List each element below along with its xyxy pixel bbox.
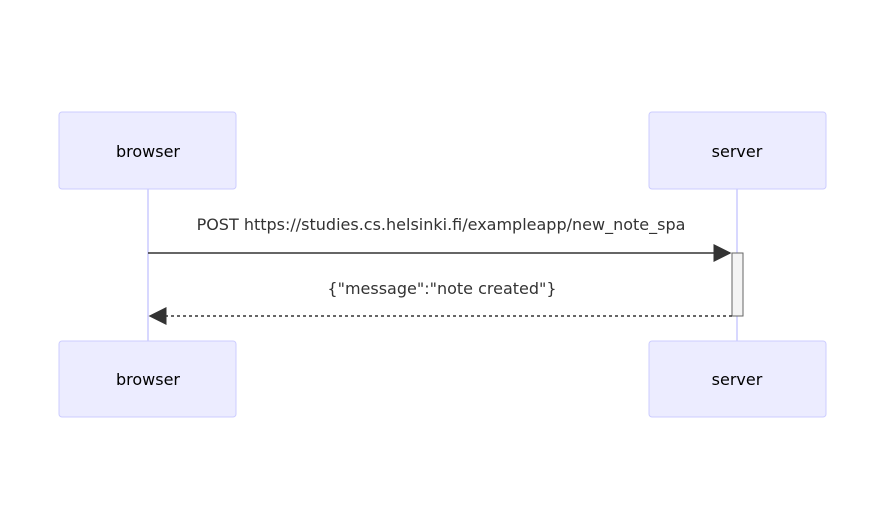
server-actor-bottom-label: server [712,370,763,389]
browser-actor-top-label: browser [116,142,180,161]
browser-actor-bottom: browser [58,340,237,418]
sequence-diagram: browser server POST https://studies.cs.h… [58,111,827,418]
response-message-label: {"message":"note created"} [327,279,556,298]
request-message-label: POST https://studies.cs.helsinki.fi/exam… [197,215,686,235]
server-actor-top-label: server [712,142,763,161]
server-actor-bottom: server [648,340,827,418]
browser-actor-top: browser [58,111,237,190]
browser-actor-bottom-label: browser [116,370,180,389]
server-activation [731,252,744,317]
server-actor-top: server [648,111,827,190]
